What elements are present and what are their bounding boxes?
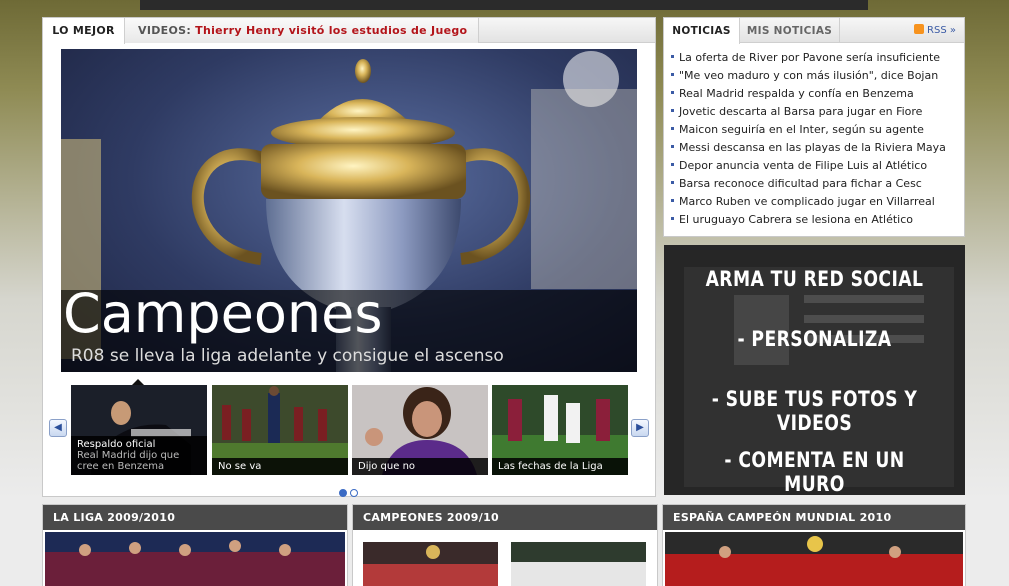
thumb-caption: No se va bbox=[212, 458, 348, 475]
tab-lo-mejor[interactable]: LO MEJOR bbox=[43, 18, 125, 44]
section-image[interactable] bbox=[511, 542, 646, 586]
news-item[interactable]: La oferta de River por Pavone sería insu… bbox=[671, 49, 946, 67]
carousel-dot-2[interactable] bbox=[350, 489, 358, 497]
thumb-fechas-liga[interactable]: Las fechas de la Liga bbox=[492, 385, 628, 475]
carousel-dots bbox=[339, 482, 361, 501]
hero-caption: Campeones R08 se lleva la liga adelante … bbox=[61, 282, 637, 372]
news-item[interactable]: El uruguayo Cabrera se lesiona en Atléti… bbox=[671, 211, 946, 229]
news-item[interactable]: Marco Ruben ve complicado jugar en Villa… bbox=[671, 193, 946, 211]
tab-videos[interactable]: VIDEOS: Thierry Henry visitó los estudio… bbox=[125, 18, 479, 62]
news-item[interactable]: Depor anuncia venta de Filipe Luis al At… bbox=[671, 157, 946, 175]
thumb-caption: Las fechas de la Liga bbox=[492, 458, 628, 475]
thumb-respaldo-oficial[interactable]: Respaldo oficial Real Madrid dijo que cr… bbox=[71, 385, 207, 475]
section-la-liga: LA LIGA 2009/2010 bbox=[42, 504, 348, 586]
videos-label: VIDEOS: bbox=[138, 24, 192, 37]
banner-line-1: ARMA TU RED SOCIAL bbox=[705, 267, 924, 291]
section-title[interactable]: CAMPEONES 2009/10 bbox=[353, 505, 657, 530]
rss-label: RSS » bbox=[927, 25, 956, 36]
news-item[interactable]: Messi descansa en las playas de la Rivie… bbox=[671, 139, 946, 157]
featured-tabs: LO MEJOR VIDEOS: Thierry Henry visitó lo… bbox=[43, 18, 655, 62]
tab-noticias[interactable]: NOTICIAS bbox=[664, 18, 740, 44]
hero-subtitle: R08 se lleva la liga adelante y consigue… bbox=[71, 346, 504, 366]
section-image[interactable] bbox=[363, 542, 498, 586]
top-bar bbox=[140, 0, 868, 10]
news-panel: NOTICIAS MIS NOTICIAS RSS » La oferta de… bbox=[663, 17, 965, 237]
news-item[interactable]: Real Madrid respalda y confía en Benzema bbox=[671, 85, 946, 103]
section-espana-mundial: ESPAÑA CAMPEÓN MUNDIAL 2010 bbox=[662, 504, 966, 586]
thumb-caption: Dijo que no bbox=[352, 458, 488, 475]
banner-line-2: - PERSONALIZA bbox=[737, 327, 892, 351]
tab-mis-noticias[interactable]: MIS NOTICIAS bbox=[740, 18, 840, 43]
thumb-title: Respaldo oficial bbox=[77, 439, 156, 450]
section-campeones: CAMPEONES 2009/10 bbox=[352, 504, 658, 586]
hero-image[interactable]: Campeones R08 se lleva la liga adelante … bbox=[61, 49, 637, 372]
banner-line-3: - SUBE TUS FOTOS Y VIDEOS bbox=[711, 387, 918, 435]
news-item[interactable]: "Me veo maduro y con más ilusión", dice … bbox=[671, 67, 946, 85]
news-list: La oferta de River por Pavone sería insu… bbox=[671, 49, 946, 229]
thumb-subtitle: Real Madrid dijo que cree en Benzema bbox=[77, 450, 180, 472]
thumb-title: Las fechas de la Liga bbox=[498, 461, 603, 472]
section-image[interactable] bbox=[665, 532, 963, 586]
thumb-dijo-que-no[interactable]: Dijo que no bbox=[352, 385, 488, 475]
news-item[interactable]: Jovetic descarta al Barsa para jugar en … bbox=[671, 103, 946, 121]
thumb-no-se-va[interactable]: No se va bbox=[212, 385, 348, 475]
social-network-banner[interactable]: ARMA TU RED SOCIAL - PERSONALIZA - SUBE … bbox=[664, 245, 965, 495]
news-tabs: NOTICIAS MIS NOTICIAS RSS » bbox=[664, 18, 964, 44]
news-item[interactable]: Barsa reconoce dificultad para fichar a … bbox=[671, 175, 946, 193]
section-title[interactable]: ESPAÑA CAMPEÓN MUNDIAL 2010 bbox=[663, 505, 965, 530]
banner-line-4: - COMENTA EN UN MURO bbox=[724, 448, 905, 495]
featured-panel: LO MEJOR VIDEOS: Thierry Henry visitó lo… bbox=[42, 17, 656, 497]
thumb-title: No se va bbox=[218, 461, 262, 472]
rss-icon bbox=[914, 24, 925, 34]
carousel-prev-button[interactable]: ◀ bbox=[49, 419, 67, 437]
hero-title[interactable]: Campeones bbox=[63, 282, 383, 345]
section-title[interactable]: LA LIGA 2009/2010 bbox=[43, 505, 347, 530]
thumb-caption: Respaldo oficial Real Madrid dijo que cr… bbox=[71, 436, 207, 475]
news-item[interactable]: Maicon seguiría en el Inter, según su ag… bbox=[671, 121, 946, 139]
section-image[interactable] bbox=[45, 532, 345, 586]
carousel-dot-1[interactable] bbox=[339, 489, 347, 497]
thumb-title: Dijo que no bbox=[358, 461, 416, 472]
carousel-next-button[interactable]: ▶ bbox=[631, 419, 649, 437]
rss-link[interactable]: RSS » bbox=[914, 24, 956, 36]
